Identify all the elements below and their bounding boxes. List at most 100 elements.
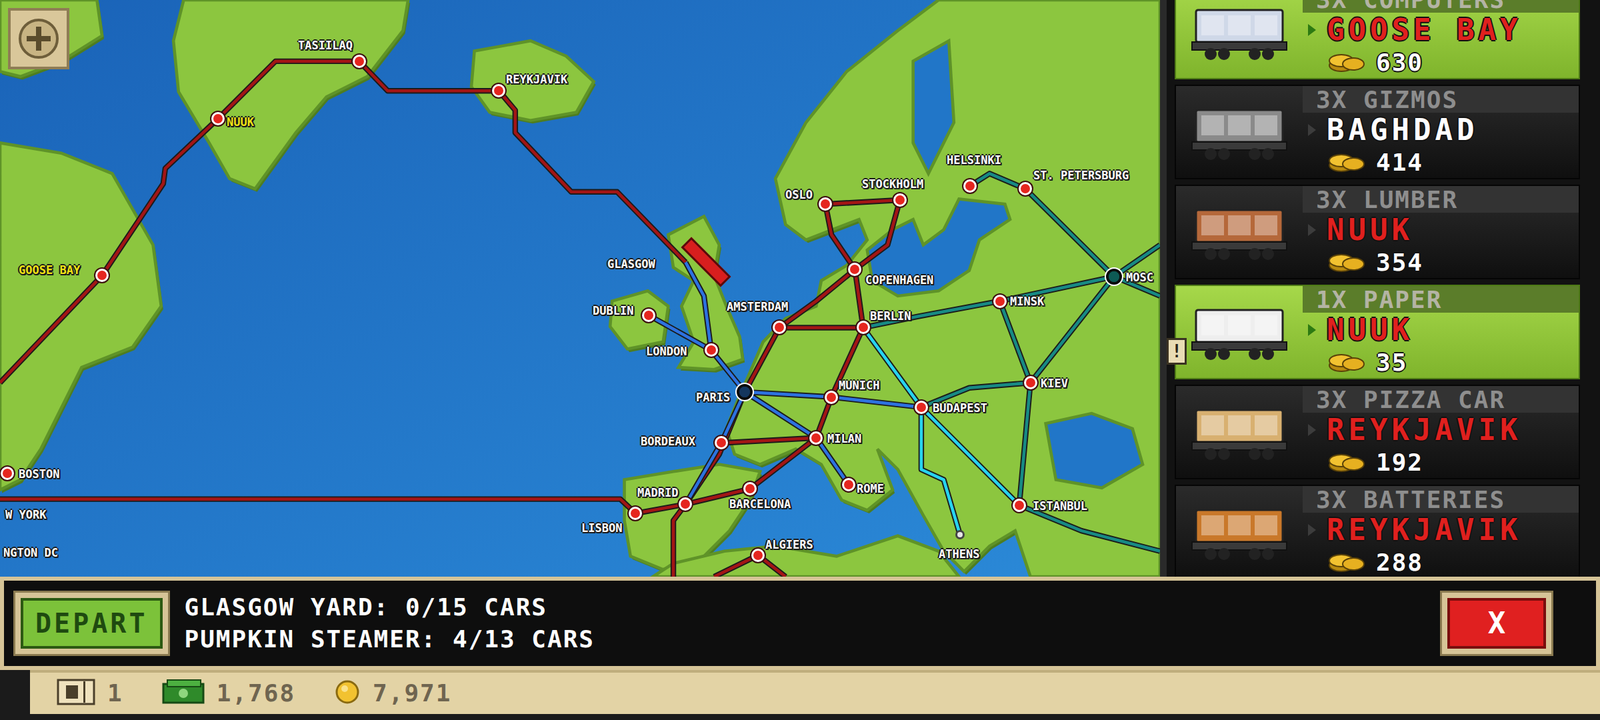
station-node[interactable] bbox=[0, 466, 14, 480]
depart-button[interactable]: DEPART bbox=[20, 598, 163, 649]
station-node[interactable] bbox=[993, 294, 1007, 308]
station-node[interactable] bbox=[95, 268, 109, 282]
city-label[interactable]: GLASGOW bbox=[607, 257, 656, 271]
cargo-card[interactable]: 3X COMPUTERSGOOSE BAY630 bbox=[1174, 0, 1580, 80]
station-node[interactable] bbox=[955, 530, 965, 540]
city-label[interactable]: BARCELONA bbox=[729, 497, 791, 511]
city-label[interactable]: REYKJAVIK bbox=[506, 72, 568, 86]
station-node[interactable] bbox=[628, 506, 642, 520]
city-label[interactable]: GOOSE BAY bbox=[18, 263, 80, 277]
station-node[interactable] bbox=[842, 478, 856, 492]
city-label[interactable]: BOSTON bbox=[18, 467, 60, 481]
zoom-button[interactable] bbox=[8, 8, 70, 70]
station-node[interactable] bbox=[1106, 268, 1122, 285]
city-label[interactable]: MILAN bbox=[827, 432, 862, 446]
rail-route[interactable] bbox=[648, 262, 922, 504]
city-label[interactable]: LONDON bbox=[646, 344, 687, 358]
destination-row: GOOSE BAY bbox=[1302, 12, 1579, 48]
station-node[interactable] bbox=[1018, 182, 1032, 196]
city-label[interactable]: OSLO bbox=[785, 188, 813, 202]
station-node[interactable] bbox=[963, 179, 977, 193]
station-node[interactable] bbox=[1024, 376, 1038, 390]
city-label[interactable]: LISBON bbox=[581, 521, 622, 535]
arrow-icon bbox=[1308, 124, 1316, 136]
track-outline bbox=[648, 315, 922, 408]
station-node[interactable] bbox=[704, 343, 718, 357]
cargo-card[interactable]: 3X PIZZA CARREYKJAVIK192 bbox=[1174, 384, 1580, 480]
destination-row: NUUK bbox=[1302, 212, 1579, 248]
city-label[interactable]: W YORK bbox=[5, 508, 46, 522]
city-label[interactable]: BERLIN bbox=[870, 309, 911, 323]
city-label[interactable]: ISTANBUL bbox=[1032, 499, 1088, 513]
world-map[interactable]: TASIILAQ NUUK REYKJAVIK GOOSE BAY GLASGOW DUB… bbox=[0, 0, 1160, 577]
city-label[interactable]: BUDAPEST bbox=[932, 401, 988, 415]
city-label[interactable]: COPENHAGEN bbox=[865, 273, 934, 287]
station-node[interactable] bbox=[211, 112, 225, 126]
station-node[interactable] bbox=[772, 320, 786, 334]
station-node[interactable] bbox=[893, 193, 907, 207]
city-label[interactable]: PARIS bbox=[696, 390, 730, 404]
station-node[interactable] bbox=[1012, 498, 1026, 512]
track-outline bbox=[854, 269, 863, 328]
track-outline bbox=[685, 262, 711, 350]
city-label[interactable]: ST. PETERSBURG bbox=[1033, 168, 1129, 182]
rail-route[interactable] bbox=[863, 173, 1160, 551]
yard-info: GLASGOW YARD: 0/15 CARSPUMPKIN STEAMER: … bbox=[184, 591, 596, 656]
station-node[interactable] bbox=[714, 436, 728, 450]
station-node[interactable] bbox=[818, 197, 832, 211]
track bbox=[685, 392, 745, 504]
track-outline bbox=[1019, 382, 1031, 506]
station-node[interactable] bbox=[848, 262, 862, 276]
city-label[interactable]: TASIILAQ bbox=[298, 38, 353, 52]
rail-route[interactable] bbox=[0, 61, 900, 577]
reward-amount: 414 bbox=[1376, 148, 1424, 177]
city-label[interactable]: MINSK bbox=[1010, 294, 1044, 308]
city-label[interactable]: STOCKHOLM bbox=[862, 177, 924, 191]
city-label[interactable]: ATHENS bbox=[938, 547, 980, 561]
coin-icon bbox=[334, 678, 361, 706]
cargo-card[interactable]: 3X LUMBERNUUK354 bbox=[1174, 184, 1580, 280]
station-node[interactable] bbox=[678, 497, 692, 511]
reward-row: 288 bbox=[1302, 547, 1579, 577]
station-node[interactable] bbox=[642, 308, 656, 322]
cargo-title-strip: 3X GIZMOS bbox=[1302, 86, 1579, 113]
cargo-info: 1X PAPERNUUK35 bbox=[1302, 286, 1579, 378]
cargo-card[interactable]: 3X BATTERIESREYKJAVIK288 bbox=[1174, 484, 1580, 577]
station-node[interactable] bbox=[856, 320, 870, 334]
city-label[interactable]: NGTON DC bbox=[3, 546, 58, 560]
city-label[interactable]: NUUK bbox=[226, 115, 254, 129]
track-outline bbox=[0, 61, 686, 383]
city-label[interactable]: HELSINKI bbox=[946, 153, 1002, 167]
land-mass bbox=[652, 536, 959, 577]
arrow-icon bbox=[1308, 224, 1316, 236]
city-label[interactable]: DUBLIN bbox=[592, 304, 634, 318]
station-node[interactable] bbox=[751, 548, 765, 562]
coins-icon bbox=[1326, 350, 1367, 375]
city-label[interactable]: BORDEAUX bbox=[640, 434, 696, 448]
city-label[interactable]: ROME bbox=[856, 482, 884, 496]
city-label[interactable]: KIEV bbox=[1040, 376, 1068, 390]
station-node[interactable] bbox=[352, 54, 366, 68]
track-outline bbox=[685, 392, 745, 504]
station-node[interactable] bbox=[914, 400, 928, 414]
station-node[interactable] bbox=[824, 390, 838, 404]
city-label[interactable]: AMSTERDAM bbox=[726, 300, 788, 314]
cargo-card[interactable]: !1X PAPERNUUK35 bbox=[1174, 284, 1580, 380]
city-label[interactable]: MADRID bbox=[637, 486, 678, 500]
rail-route[interactable] bbox=[863, 327, 1020, 535]
destination: BAGHDAD bbox=[1326, 113, 1478, 147]
cargo-card[interactable]: 3X GIZMOSBAGHDAD414 bbox=[1174, 84, 1580, 180]
city-label[interactable]: MUNICH bbox=[838, 378, 880, 392]
city-label[interactable]: ALGIERS bbox=[765, 538, 814, 552]
track-outline bbox=[921, 407, 960, 535]
car-icon-box bbox=[1176, 486, 1303, 577]
track-outline bbox=[0, 499, 636, 514]
arrow-icon bbox=[1308, 524, 1316, 536]
station-node[interactable] bbox=[743, 482, 757, 496]
station-node[interactable] bbox=[736, 384, 753, 400]
close-button[interactable]: X bbox=[1447, 598, 1546, 649]
city-label[interactable]: MOSC bbox=[1126, 270, 1154, 284]
station-node[interactable] bbox=[492, 84, 506, 98]
station-node[interactable] bbox=[809, 431, 823, 445]
yard-line: PUMPKIN STEAMER: 4/13 CARS bbox=[184, 623, 596, 656]
